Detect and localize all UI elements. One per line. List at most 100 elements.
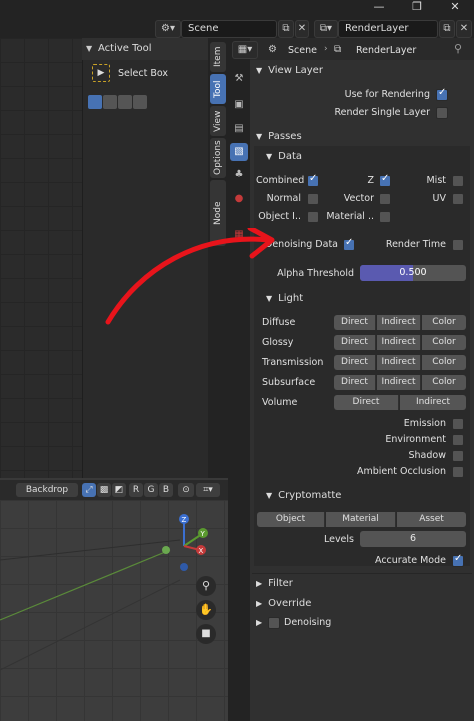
tab-tool[interactable]: Tool [210,74,226,104]
channel-b-button[interactable]: B [159,483,173,497]
data-panel-header[interactable]: ▼ Data [266,148,302,166]
diffuse-direct-button[interactable]: Direct [334,315,376,330]
emission-checkbox[interactable] [452,418,464,430]
mode-extend-icon[interactable] [103,95,117,109]
normal-checkbox[interactable] [307,193,319,205]
scene-field[interactable]: Scene [181,20,277,38]
object-index-label: Object I.. [258,211,301,222]
pan-hand-icon[interactable]: ✋ [196,600,216,620]
divider [252,573,472,574]
material-index-label: Material .. [326,211,374,222]
minimize-icon[interactable]: — [360,0,398,16]
glossy-direct-button[interactable]: Direct [334,335,376,350]
restore-icon[interactable]: ❐ [398,0,436,16]
render-single-layer-checkbox[interactable] [436,107,448,119]
alpha-threshold-slider[interactable]: 0.500 [360,265,466,281]
transmission-color-button[interactable]: Color [422,355,466,370]
subsurface-indirect-button[interactable]: Indirect [377,375,421,390]
mode-subtract-icon[interactable] [118,95,132,109]
levels-field[interactable]: 6 [360,531,466,547]
material-index-checkbox[interactable] [379,211,391,223]
backdrop-button[interactable]: Backdrop [16,483,78,497]
tab-options[interactable]: Options [210,138,226,178]
view-layer-title: View Layer [268,65,323,76]
pin-icon[interactable]: ⚲ [454,42,462,55]
volume-direct-button[interactable]: Direct [334,395,399,410]
mode-set-icon[interactable] [88,95,102,109]
environment-checkbox[interactable] [452,434,464,446]
tab-view[interactable]: View [210,106,226,136]
cryptomatte-title: Cryptomatte [278,490,342,501]
backdrop-color-icon[interactable]: ◩ [112,483,126,497]
override-panel-header[interactable]: ▶ Override [256,595,472,613]
uv-label: UV [432,193,446,204]
vector-checkbox[interactable] [379,193,391,205]
render-time-label: Render Time [385,239,446,250]
view-layer-panel-header[interactable]: ▼ View Layer [256,62,472,80]
backdrop-fit-icon[interactable]: ⤢ [82,483,96,497]
subsurface-direct-button[interactable]: Direct [334,375,376,390]
transmission-indirect-button[interactable]: Indirect [377,355,421,370]
zoom-icon[interactable]: ⚲ [196,576,216,596]
cryptomatte-object-button[interactable]: Object [257,512,325,527]
view-layer-icon[interactable]: ▧ [230,143,248,161]
backdrop-alpha-icon[interactable]: ▩ [97,483,111,497]
ambient-occlusion-checkbox[interactable] [452,466,464,478]
render-icon[interactable]: ▣ [230,96,248,114]
view-layer-expand-icon: ▼ [256,66,263,75]
mode-intersect-icon[interactable] [133,95,147,109]
subsurface-color-button[interactable]: Color [422,375,466,390]
navigation-gizmo[interactable]: Z Y X [158,512,214,572]
scene-icon[interactable]: ♣ [230,166,248,184]
svg-text:Y: Y [200,530,206,538]
denoising-data-checkbox[interactable] [343,237,355,251]
tool-settings-icon[interactable]: ⚒ [230,70,248,88]
new-layer-icon[interactable]: ⧉ [439,20,455,38]
accurate-mode-checkbox[interactable] [452,553,464,567]
glossy-color-button[interactable]: Color [422,335,466,350]
close-icon[interactable]: ✕ [436,0,474,16]
use-for-rendering-checkbox[interactable] [436,87,448,101]
cryptomatte-panel-header[interactable]: ▼ Cryptomatte [266,487,341,505]
diffuse-indirect-button[interactable]: Indirect [377,315,421,330]
panel-collapse-icon[interactable]: ▼ [86,44,92,53]
render-single-layer-label: Render Single Layer [334,107,430,118]
cryptomatte-asset-button[interactable]: Asset [397,512,466,527]
render-time-checkbox[interactable] [452,239,464,251]
select-box-label: Select Box [118,68,168,79]
passes-panel-header[interactable]: ▼ Passes [256,128,472,146]
editor-type-icon[interactable]: ▦▾ [232,41,258,59]
active-tool-header[interactable]: Active Tool [82,38,208,60]
delete-layer-icon[interactable]: ✕ [456,20,472,38]
mist-checkbox[interactable] [452,175,464,187]
camera-icon[interactable]: ■ [196,624,216,644]
glossy-indirect-button[interactable]: Indirect [377,335,421,350]
delete-scene-icon[interactable]: ✕ [295,20,309,38]
snap-icon[interactable]: ⊙ [178,483,194,497]
filter-panel-header[interactable]: ▶ Filter [256,575,472,593]
transmission-direct-button[interactable]: Direct [334,355,376,370]
channel-g-button[interactable]: G [144,483,158,497]
vector-label: Vector [343,193,374,204]
channel-r-button[interactable]: R [129,483,143,497]
world-icon[interactable]: ● [230,190,248,208]
active-tool-title: Active Tool [98,43,152,54]
cryptomatte-material-button[interactable]: Material [326,512,396,527]
tab-item[interactable]: Item [210,42,226,72]
layer-selector-icon[interactable]: ⧉▾ [314,20,338,38]
combined-checkbox[interactable] [307,173,319,187]
select-box-icon[interactable]: ▶ [92,64,110,82]
output-icon[interactable]: ▤ [230,120,248,138]
diffuse-color-button[interactable]: Color [422,315,466,330]
alpha-threshold-value: 0.500 [399,267,427,278]
scene-selector-icon[interactable]: ⚙▾ [155,20,181,38]
new-scene-icon[interactable]: ⧉ [278,20,294,38]
object-index-checkbox[interactable] [307,211,319,223]
z-checkbox[interactable] [379,173,391,187]
denoising-checkbox[interactable] [268,617,280,629]
shadow-checkbox[interactable] [452,450,464,462]
volume-indirect-button[interactable]: Indirect [400,395,466,410]
renderlayer-field[interactable]: RenderLayer [338,20,438,38]
gizmo-icon[interactable]: ⌗▾ [196,483,220,497]
uv-checkbox[interactable] [452,193,464,205]
